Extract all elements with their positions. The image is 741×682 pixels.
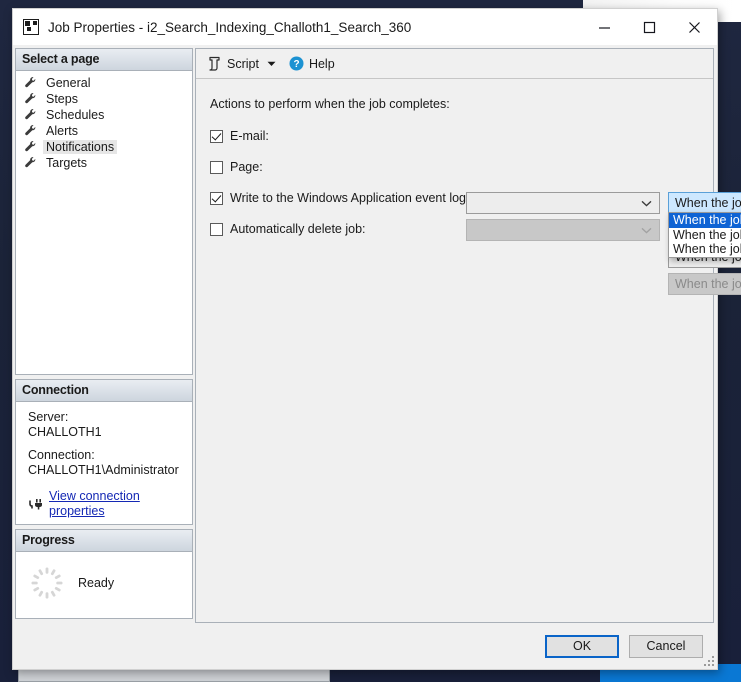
window-title: Job Properties - i2_Search_Indexing_Chal… [48, 19, 412, 35]
help-circle-icon: ? [289, 56, 304, 71]
minimize-button[interactable] [582, 9, 627, 45]
chevron-down-icon[interactable] [264, 61, 280, 67]
autodelete-when-value: When the job succeeds [675, 277, 741, 291]
autodelete-checkbox[interactable] [210, 222, 223, 236]
notifications-content: Actions to perform when the job complete… [196, 79, 741, 622]
sidebar-item-label: General [46, 76, 91, 90]
help-label: Help [308, 56, 335, 71]
connection-body: Server: CHALLOTH1 Connection: CHALLOTH1\… [16, 402, 192, 524]
spinner-icon [30, 566, 64, 600]
sidebar-item-label: Targets [46, 156, 87, 170]
sidebar-item-notifications[interactable]: Notifications [16, 139, 192, 155]
cancel-button[interactable]: Cancel [629, 634, 703, 658]
email-checkbox[interactable] [210, 129, 223, 143]
wrench-icon [24, 108, 38, 122]
sidebar-item-label: Steps [46, 92, 78, 106]
wrench-icon [24, 76, 38, 90]
page-checkbox[interactable] [210, 160, 223, 174]
script-label: Script [227, 56, 259, 71]
job-properties-icon [23, 19, 39, 35]
email-operator-combobox[interactable] [466, 192, 660, 214]
sidebar-item-label: Schedules [46, 108, 105, 122]
email-when-value: When the job fails [675, 196, 741, 210]
sidebar-item-general[interactable]: General [16, 75, 192, 91]
toolbar: Script ? Help [196, 49, 713, 79]
connection-value: CHALLOTH1\Administrator [28, 462, 179, 477]
select-page-header: Select a page [16, 49, 192, 71]
server-value: CHALLOTH1 [28, 424, 102, 439]
dialog-body: Select a page General Steps Schedules Al… [13, 45, 741, 623]
eventlog-checkbox[interactable] [210, 191, 223, 205]
page-operator-combobox [466, 219, 660, 241]
dialog-footer: OK Cancel [13, 623, 717, 669]
email-when-combobox[interactable]: When the job fails [668, 192, 741, 214]
sidebar-item-targets[interactable]: Targets [16, 155, 192, 171]
autodelete-when-combobox: When the job succeeds [668, 273, 741, 295]
view-connection-properties-row[interactable]: View connection properties [28, 489, 192, 518]
ok-button[interactable]: OK [545, 634, 619, 658]
autodelete-label: Automatically delete job: [230, 222, 366, 236]
dropdown-option-succeeds[interactable]: When the job succeeds [669, 213, 741, 228]
script-button[interactable]: Script [204, 54, 262, 73]
server-label: Server: [28, 410, 69, 424]
plug-icon [28, 497, 44, 511]
view-connection-properties-link[interactable]: View connection properties [49, 489, 192, 518]
resize-grip-icon[interactable] [703, 655, 714, 666]
sidebar-item-alerts[interactable]: Alerts [16, 123, 192, 139]
wrench-icon [24, 156, 38, 170]
sidebar-item-steps[interactable]: Steps [16, 91, 192, 107]
wrench-icon [24, 140, 38, 154]
connection-panel: Connection Server: CHALLOTH1 Connection:… [15, 379, 193, 525]
progress-header: Progress [16, 530, 192, 552]
progress-panel: Progress Ready [15, 529, 193, 619]
title-bar[interactable]: Job Properties - i2_Search_Indexing_Chal… [13, 9, 717, 45]
page-label: Page: [230, 160, 263, 174]
maximize-button[interactable] [627, 9, 672, 45]
page-row: Page: [210, 156, 713, 178]
right-pane: Script ? Help Actions to perform when th… [195, 48, 741, 623]
section-label: Actions to perform when the job complete… [210, 97, 450, 111]
window-controls [582, 9, 717, 45]
email-row: E-mail: [210, 125, 713, 147]
script-icon [207, 56, 222, 71]
connection-label: Connection: [28, 448, 95, 462]
left-pane: Select a page General Steps Schedules Al… [15, 48, 193, 623]
sidebar-item-label: Alerts [46, 124, 78, 138]
progress-status: Ready [78, 576, 115, 590]
email-when-dropdown-list: When the job succeeds When the job fails… [668, 212, 741, 258]
help-button[interactable]: ? Help [286, 54, 338, 73]
connection-header: Connection [16, 380, 192, 402]
svg-text:?: ? [293, 59, 299, 70]
chevron-down-icon [641, 220, 652, 240]
sidebar-item-schedules[interactable]: Schedules [16, 107, 192, 123]
progress-body: Ready [16, 552, 192, 618]
eventlog-label: Write to the Windows Application event l… [230, 191, 470, 205]
job-properties-dialog: Job Properties - i2_Search_Indexing_Chal… [12, 8, 741, 670]
email-label: E-mail: [230, 129, 269, 143]
wrench-icon [24, 124, 38, 138]
wrench-icon [24, 92, 38, 106]
chevron-down-icon [641, 193, 652, 213]
select-page-panel: Select a page General Steps Schedules Al… [15, 48, 193, 375]
dropdown-option-fails[interactable]: When the job fails [669, 228, 741, 243]
sidebar-item-label: Notifications [43, 140, 118, 154]
close-button[interactable] [672, 9, 717, 45]
select-page-list: General Steps Schedules Alerts Notificat… [16, 71, 192, 374]
dropdown-option-completes[interactable]: When the job completes [669, 242, 741, 257]
